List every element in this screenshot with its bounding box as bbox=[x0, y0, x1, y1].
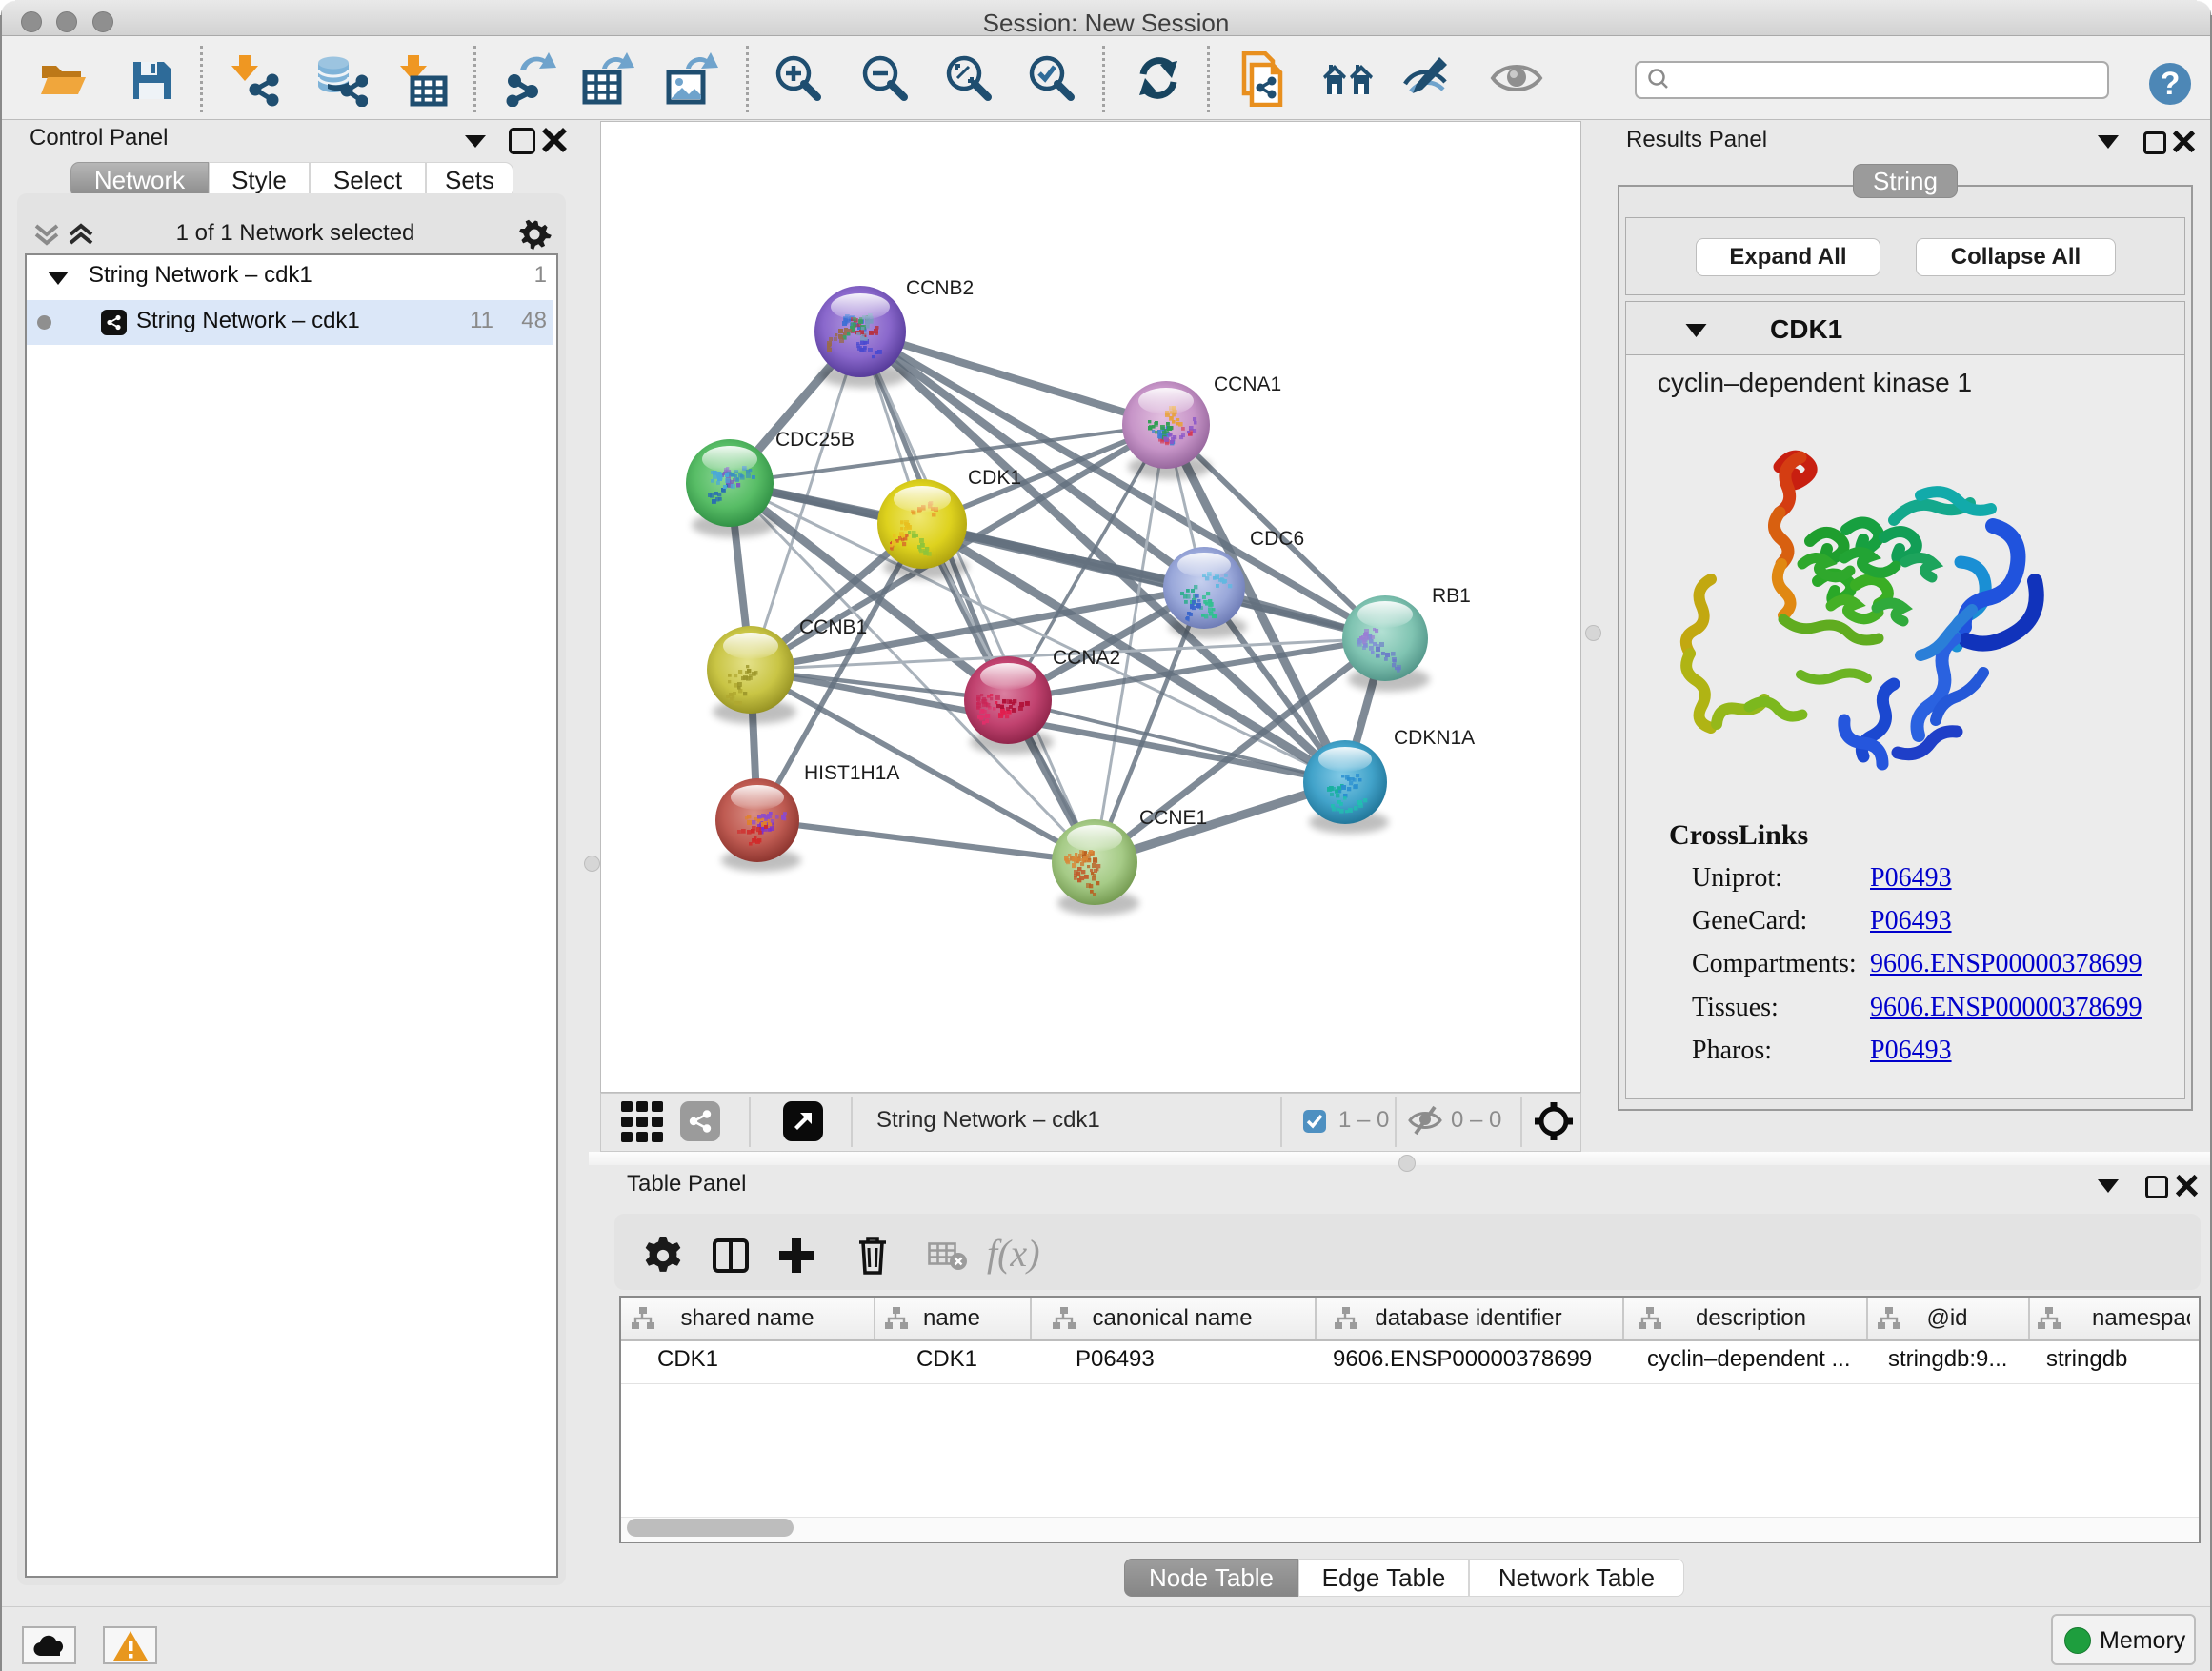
svg-text:CDK1: CDK1 bbox=[968, 467, 1021, 489]
svg-text:CCNB2: CCNB2 bbox=[906, 277, 974, 299]
svg-text:CCNE1: CCNE1 bbox=[1139, 807, 1207, 829]
svg-text:CDC25B: CDC25B bbox=[775, 429, 855, 451]
svg-text:CCNA2: CCNA2 bbox=[1053, 647, 1120, 669]
svg-text:CCNA1: CCNA1 bbox=[1214, 373, 1281, 395]
svg-text:RB1: RB1 bbox=[1432, 585, 1471, 607]
svg-text:CDC6: CDC6 bbox=[1250, 528, 1304, 550]
svg-text:CDKN1A: CDKN1A bbox=[1394, 727, 1475, 749]
svg-text:HIST1H1A: HIST1H1A bbox=[804, 762, 899, 784]
svg-text:CCNB1: CCNB1 bbox=[799, 616, 867, 638]
